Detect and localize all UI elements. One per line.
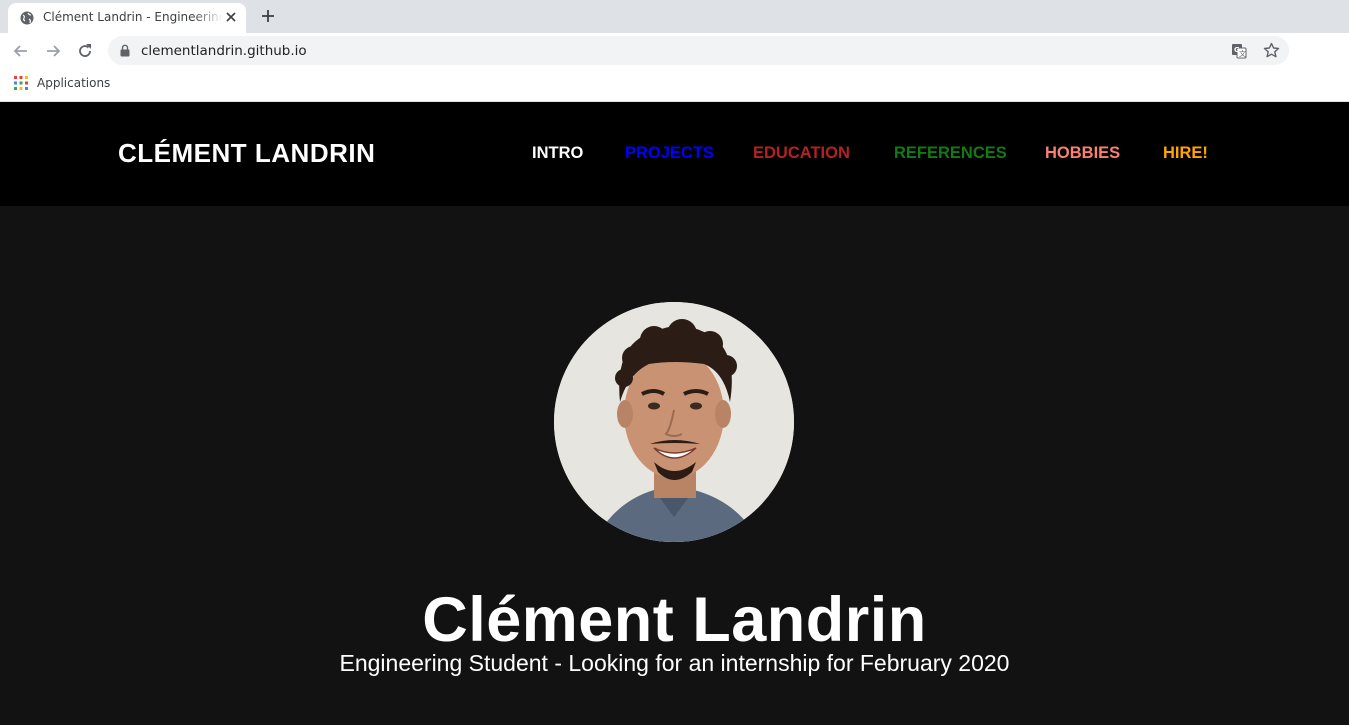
address-bar[interactable]: clementlandrin.github.io G 文 (108, 36, 1289, 65)
site-navbar: CLÉMENT LANDRIN INTRO PROJECTS EDUCATION… (0, 102, 1349, 206)
nav-link-hire[interactable]: HIRE! (1163, 144, 1208, 163)
url-text: clementlandrin.github.io (141, 43, 307, 59)
browser-toolbar: clementlandrin.github.io G 文 (0, 33, 1349, 69)
bookmarks-bar: Applications (0, 69, 1349, 102)
nav-link-projects[interactable]: PROJECTS (625, 144, 714, 163)
nav-link-hobbies[interactable]: HOBBIES (1045, 144, 1120, 163)
lock-icon[interactable] (120, 44, 130, 57)
nav-link-education[interactable]: EDUCATION (753, 144, 850, 163)
profile-avatar (554, 302, 794, 542)
hero-section: Clément Landrin Engineering Student - Lo… (0, 206, 1349, 725)
new-tab-plus-icon[interactable] (260, 8, 276, 24)
apps-bookmark-label[interactable]: Applications (37, 76, 110, 90)
bookmark-star-icon[interactable] (1263, 42, 1280, 59)
site-brand[interactable]: CLÉMENT LANDRIN (118, 138, 375, 169)
tab-title-fade (193, 7, 223, 27)
hero-name: Clément Landrin (422, 585, 927, 655)
globe-icon (20, 11, 34, 25)
browser-tab[interactable]: Clément Landrin - Engineering student (8, 3, 246, 33)
profile-photo-illustration (554, 302, 794, 542)
back-arrow-icon[interactable] (11, 41, 31, 61)
nav-link-intro[interactable]: INTRO (532, 144, 583, 163)
reload-icon[interactable] (75, 41, 95, 61)
forward-arrow-icon[interactable] (43, 41, 63, 61)
translate-icon[interactable]: G 文 (1231, 43, 1247, 59)
close-icon[interactable] (224, 10, 238, 24)
browser-tabstrip: Clément Landrin - Engineering student (0, 0, 1349, 33)
apps-grid-icon[interactable] (14, 76, 28, 90)
nav-link-references[interactable]: REFERENCES (894, 144, 1007, 163)
svg-text:文: 文 (1239, 49, 1246, 58)
hero-subtitle: Engineering Student - Looking for an int… (339, 650, 1010, 676)
